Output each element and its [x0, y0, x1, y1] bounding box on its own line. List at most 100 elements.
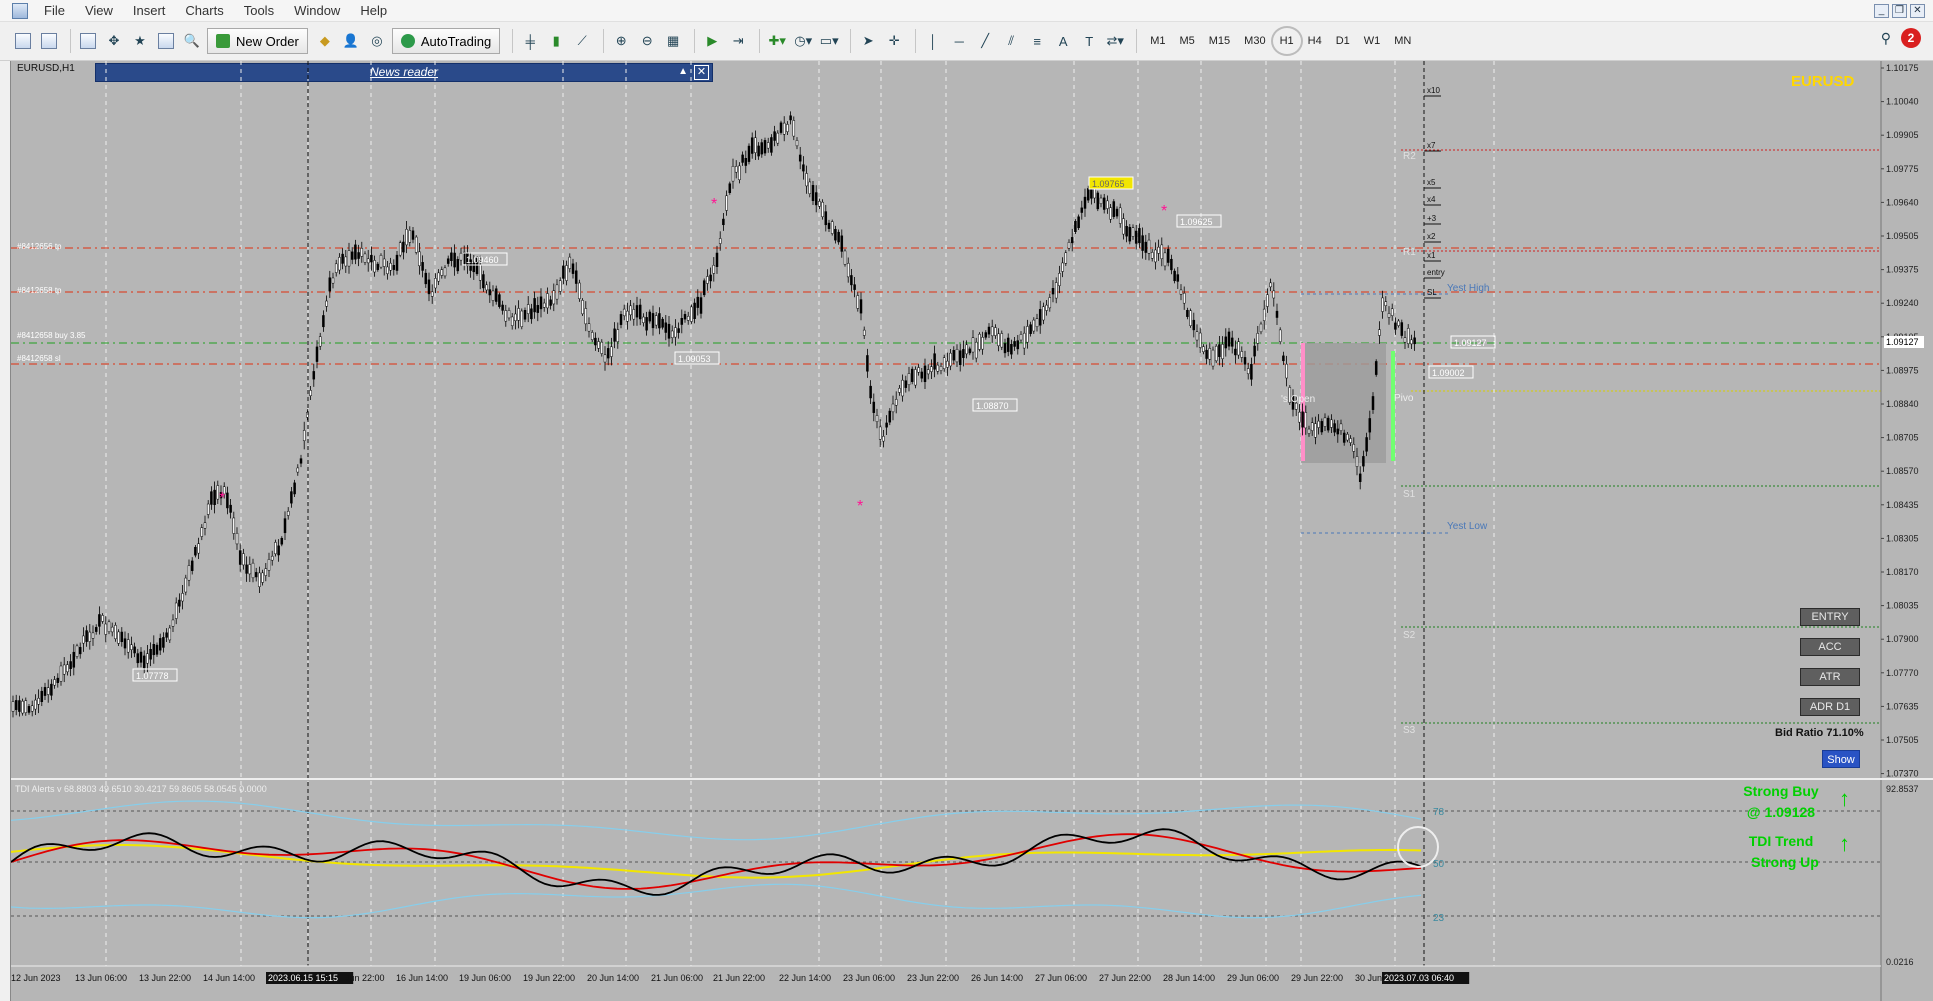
terminal-icon[interactable]	[155, 28, 177, 54]
entry-button[interactable]: ENTRY	[1800, 608, 1860, 626]
candle	[808, 178, 812, 198]
candle	[750, 132, 754, 159]
trendline-icon[interactable]: ╱	[974, 28, 996, 54]
minimize-button[interactable]: _	[1874, 4, 1889, 18]
acc-button[interactable]: ACC	[1800, 638, 1860, 656]
timeframe-m30[interactable]: M30	[1237, 28, 1272, 54]
cursor-icon[interactable]: ➤	[857, 28, 879, 54]
signal-buy-price: @ 1.09128	[1746, 804, 1816, 820]
bar-chart-icon[interactable]: ╪	[519, 28, 541, 54]
timeframe-h1[interactable]: H1	[1273, 28, 1301, 54]
candle	[1029, 321, 1032, 337]
candle	[392, 259, 396, 276]
crosshair-navigator-icon[interactable]: ✥	[103, 28, 125, 54]
candle	[814, 185, 818, 213]
tester-icon[interactable]: 🔍	[181, 28, 203, 54]
close-button[interactable]: ✕	[1910, 4, 1925, 18]
candle	[1413, 330, 1416, 351]
fibonacci-icon[interactable]: ≡	[1026, 28, 1048, 54]
candle	[302, 421, 306, 450]
menu-file[interactable]: File	[34, 0, 75, 22]
horizontal-line-icon[interactable]: ─	[948, 28, 970, 54]
time-axis-label: 27 Jun 06:00	[1035, 973, 1087, 983]
timeframe-w1[interactable]: W1	[1357, 28, 1388, 54]
search-icon[interactable]: ⚲	[1881, 30, 1891, 47]
indicators-icon[interactable]: ✚▾	[766, 28, 788, 54]
candle	[1282, 351, 1285, 365]
meta-editor-icon[interactable]: ◆	[314, 28, 336, 54]
price-chart[interactable]: #8412656 tp #8412658 tp #8412658 buy 3.8…	[11, 61, 1933, 1001]
candle	[821, 199, 824, 220]
timeframe-m15[interactable]: M15	[1202, 28, 1237, 54]
time-axis-label: 14 Jun 14:00	[203, 973, 255, 983]
menu-view[interactable]: View	[75, 0, 123, 22]
auto-scroll-icon[interactable]: ▶	[701, 28, 723, 54]
restore-button[interactable]: ❐	[1892, 4, 1907, 18]
candle	[440, 266, 444, 279]
menu-insert[interactable]: Insert	[123, 0, 176, 22]
candle	[709, 267, 712, 289]
market-watch-icon[interactable]	[77, 28, 99, 54]
candle	[146, 644, 149, 672]
notification-badge[interactable]: 2	[1901, 28, 1921, 48]
chart-shift-icon[interactable]: ⇥	[727, 28, 749, 54]
candle	[1259, 321, 1263, 335]
candle	[824, 204, 828, 232]
timeframe-m5[interactable]: M5	[1172, 28, 1201, 54]
candle	[866, 348, 869, 378]
signal-tdi-trend: TDI Trend	[1748, 833, 1814, 849]
candle	[770, 134, 773, 156]
candle	[840, 229, 844, 258]
star-marker: *	[711, 196, 717, 213]
candle	[1205, 344, 1208, 365]
tdi-level-label: 78	[1433, 807, 1445, 818]
candle	[1214, 343, 1218, 364]
candle	[990, 319, 994, 343]
templates-icon[interactable]: ▭▾	[818, 28, 840, 54]
candle	[110, 622, 114, 637]
crosshair-icon[interactable]: ✛	[883, 28, 905, 54]
new-order-button[interactable]: New Order	[207, 28, 308, 54]
market-icon[interactable]: ◎	[366, 28, 388, 54]
candlestick-icon[interactable]: ▮	[545, 28, 567, 54]
profiles-icon[interactable]	[38, 28, 60, 54]
auto-trading-button[interactable]: AutoTrading	[391, 28, 501, 54]
adr-d1-button[interactable]: ADR D1	[1800, 698, 1860, 716]
atr-button[interactable]: ATR	[1800, 668, 1860, 686]
show-button[interactable]: Show	[1822, 750, 1860, 768]
menu-charts[interactable]: Charts	[175, 0, 233, 22]
price-axis-label: 1.09505	[1886, 231, 1919, 241]
candle	[677, 322, 680, 339]
price-tag: 1.09765	[1088, 176, 1134, 190]
candle	[539, 288, 543, 318]
menu-tools[interactable]: Tools	[234, 0, 284, 22]
vertical-line-icon[interactable]: │	[922, 28, 944, 54]
tile-windows-icon[interactable]: ▦	[662, 28, 684, 54]
favorites-icon[interactable]: ★	[129, 28, 151, 54]
zoom-in-icon[interactable]: ⊕	[610, 28, 632, 54]
chart-window[interactable]: EURUSD,H1 News reader ▲ ✕ #8412656 tp #8…	[10, 61, 1933, 1001]
arrows-icon[interactable]: ⇄▾	[1104, 28, 1126, 54]
candle	[1099, 194, 1103, 208]
candle	[56, 673, 60, 688]
periods-icon[interactable]: ◷▾	[792, 28, 814, 54]
candle	[37, 689, 40, 714]
text-icon[interactable]: A	[1052, 28, 1074, 54]
text-label-icon[interactable]: T	[1078, 28, 1100, 54]
signals-icon[interactable]: 👤	[340, 28, 362, 54]
candle	[520, 308, 524, 330]
menu-window[interactable]: Window	[284, 0, 350, 22]
timeframe-m1[interactable]: M1	[1143, 28, 1172, 54]
signal-strong-up: Strong Up	[1751, 854, 1819, 870]
menu-help[interactable]: Help	[350, 0, 397, 22]
timeframe-mn[interactable]: MN	[1387, 28, 1418, 54]
timeframe-d1[interactable]: D1	[1329, 28, 1357, 54]
zoom-out-icon[interactable]: ⊖	[636, 28, 658, 54]
candle	[450, 247, 453, 267]
candle	[760, 138, 764, 158]
timeframe-h4[interactable]: H4	[1301, 28, 1329, 54]
candle	[75, 643, 79, 659]
line-chart-icon[interactable]: ⟋	[571, 28, 593, 54]
new-chart-icon[interactable]	[12, 28, 34, 54]
equidistant-channel-icon[interactable]: ⫽	[1000, 28, 1022, 54]
